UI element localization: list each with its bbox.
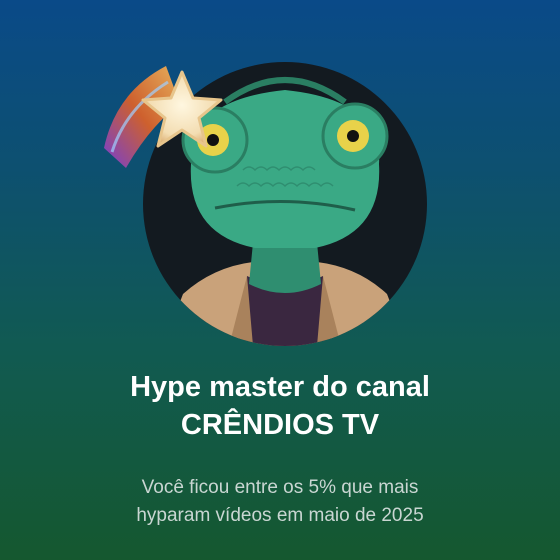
page-title: Hype master do canal CRÊNDIOS TV — [0, 368, 560, 444]
hype-master-card: Hype master do canal CRÊNDIOS TV Você fi… — [0, 0, 560, 560]
title-line-1: Hype master do canal — [130, 371, 430, 403]
subtitle-line-2: hyparam vídeos em maio de 2025 — [136, 505, 424, 526]
star-icon — [104, 66, 223, 168]
achievement-description: Você ficou entre os 5% que mais hyparam … — [0, 474, 560, 530]
subtitle-line-1: Você ficou entre os 5% que mais — [141, 477, 419, 498]
title-channel-name: CRÊNDIOS TV — [180, 409, 380, 441]
